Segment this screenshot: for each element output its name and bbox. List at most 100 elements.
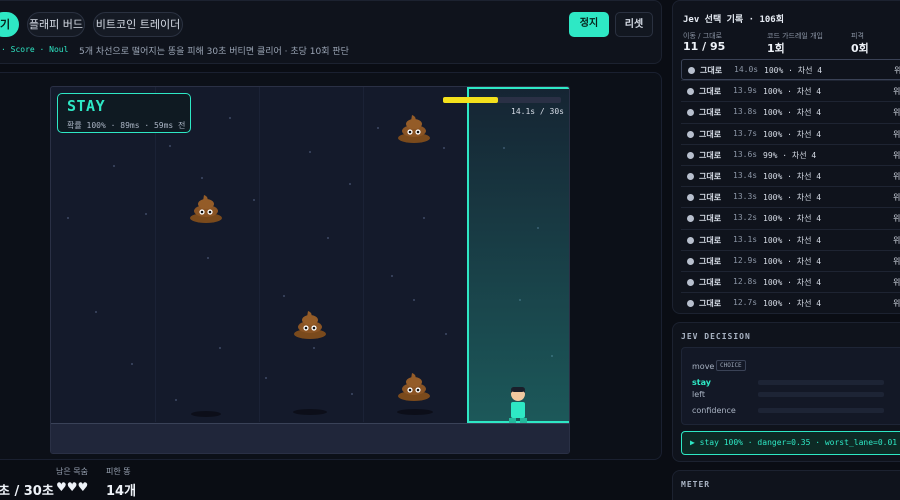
star-dot [377, 127, 379, 129]
lives-hearts: ♥♥♥ [56, 480, 89, 494]
log-prob: 100% · 차선 4 [763, 171, 822, 181]
reset-button[interactable]: 리셋 [615, 12, 653, 37]
safe-lane-highlight [467, 87, 569, 423]
log-action: 그대로 [699, 299, 722, 309]
star-dot [201, 177, 203, 179]
star-dot [207, 257, 209, 259]
stop-button[interactable]: 정지 [569, 12, 609, 37]
log-action: 그대로 [699, 87, 722, 97]
log-time: 13.3s [733, 192, 758, 202]
dodged-label: 피한 똥 [106, 467, 131, 476]
log-row: 그대로 13.4s 100% · 차선 4 위 [681, 164, 900, 186]
log-row: 그대로 13.3s 100% · 차선 4 위 [681, 186, 900, 207]
star-dot [113, 165, 115, 167]
app-root: 기 플래피 버드 비트코인 트레이더 · Score · Noul 5개 차선으… [0, 0, 900, 500]
log-time: 14.0s [734, 65, 759, 74]
lives-label: 남은 목숨 [56, 467, 88, 476]
status-dot-icon [687, 236, 694, 244]
star-dot [253, 199, 255, 201]
log-row: 그대로 12.9s 100% · 차선 4 위 [681, 249, 900, 271]
game-description: 5개 차선으로 떨어지는 똥을 피해 30초 버티면 클리어 · 초당 10회 … [79, 47, 349, 57]
meter-title: METER [681, 480, 711, 489]
poo-shadow [397, 409, 433, 415]
log-prob: 100% · 차선 4 [763, 129, 822, 139]
log-risk: 위 [893, 193, 900, 203]
star-dot [309, 151, 311, 153]
decision-log-panel: Jev 선택 기록 · 106회 이동 / 그대로 11 / 95 코드 가드레… [672, 0, 900, 314]
decision-subtitle: 확률 100% · 89ms · 59ms 전 [67, 121, 186, 130]
star-dot [169, 145, 171, 147]
status-dot-icon [687, 130, 694, 138]
star-dot [391, 275, 393, 277]
log-risk: 위 [893, 171, 900, 181]
log-action: 그대로 [699, 256, 722, 266]
status-dot-icon [687, 194, 694, 202]
option-left: left [692, 390, 705, 399]
decision-title: STAY [67, 97, 106, 115]
star-dot [423, 217, 425, 219]
decision-result: ▶ stay 100% · danger=0.35 · worst_lane=0… [681, 431, 900, 455]
kpi-move-stay-value: 11 / 95 [683, 40, 726, 53]
log-risk: 위 [893, 299, 900, 309]
decision-panel-title: JEV DECISION [681, 332, 751, 341]
log-risk: 위 [893, 235, 900, 245]
log-risk: 위 [893, 87, 900, 97]
star-dot [351, 393, 353, 395]
log-row: 그대로 12.7s 100% · 차선 4 위 [681, 292, 900, 313]
log-action: 그대로 [699, 150, 722, 160]
log-risk: 위 [893, 150, 900, 160]
status-dot-icon [688, 67, 695, 74]
time-value: 초 / 30초 [0, 484, 54, 499]
status-dot-icon [687, 88, 694, 96]
status-dot-icon [687, 215, 694, 223]
log-time: 13.6s [733, 149, 758, 159]
star-dot [313, 347, 315, 349]
star-dot [95, 311, 97, 313]
log-action: 그대로 [699, 171, 722, 181]
log-prob: 100% · 차선 4 [763, 214, 822, 224]
log-prob: 99% · 차선 4 [763, 150, 817, 160]
lane-divider [155, 87, 156, 422]
log-action: 그대로 [699, 214, 722, 224]
star-dot [445, 333, 447, 335]
log-action: 그대로 [699, 277, 722, 287]
poop-emoji-icon [398, 373, 430, 401]
log-prob: 100% · 차선 4 [764, 66, 823, 75]
log-action: 그대로 [699, 193, 722, 203]
log-action: 그대로 [699, 108, 722, 118]
option-confidence-bar [758, 408, 884, 413]
status-dot-icon [687, 172, 694, 180]
star-dot [443, 147, 445, 149]
top-bar: 기 플래피 버드 비트코인 트레이더 · Score · Noul 5개 차선으… [0, 0, 662, 64]
log-row: 그대로 13.8s 100% · 차선 4 위 [681, 101, 900, 122]
star-dot [175, 399, 177, 401]
log-action: 그대로 [699, 235, 722, 245]
log-row: 그대로 13.1s 100% · 차선 4 위 [681, 228, 900, 250]
timer-progress-bar [443, 97, 561, 103]
star-dot [413, 299, 415, 301]
log-time: 12.8s [733, 276, 758, 286]
option-confidence: confidence [692, 406, 736, 415]
poop-emoji-icon [190, 195, 222, 223]
option-stay: stay [692, 378, 711, 387]
log-time: 13.8s [733, 107, 758, 117]
poo-shadow [293, 409, 327, 415]
option-left-bar [758, 392, 884, 397]
option-stay-bar [758, 380, 884, 385]
breadcrumb: · Score · Noul [1, 45, 69, 54]
log-row: 그대로 12.8s 100% · 차선 4 위 [681, 270, 900, 292]
status-dot-icon [687, 151, 694, 159]
log-prob: 100% · 차선 4 [763, 256, 822, 266]
log-risk: 위 [893, 129, 900, 139]
star-dot [67, 217, 69, 219]
star-dot [283, 295, 285, 297]
log-prob: 100% · 차선 4 [763, 108, 822, 118]
log-prob: 100% · 차선 4 [763, 235, 822, 245]
log-title: Jev 선택 기록 · 106회 [683, 15, 785, 25]
log-prob: 100% · 차선 4 [763, 193, 822, 203]
log-risk: 위 [893, 256, 900, 266]
tab-bitcoin-trader[interactable]: 비트코인 트레이더 [93, 12, 183, 37]
tab-dodge-game[interactable]: 기 [0, 12, 19, 37]
tab-flappy-bird[interactable]: 플래피 버드 [27, 12, 85, 37]
log-row: 그대로 13.6s 99% · 차선 4 위 [681, 143, 900, 165]
